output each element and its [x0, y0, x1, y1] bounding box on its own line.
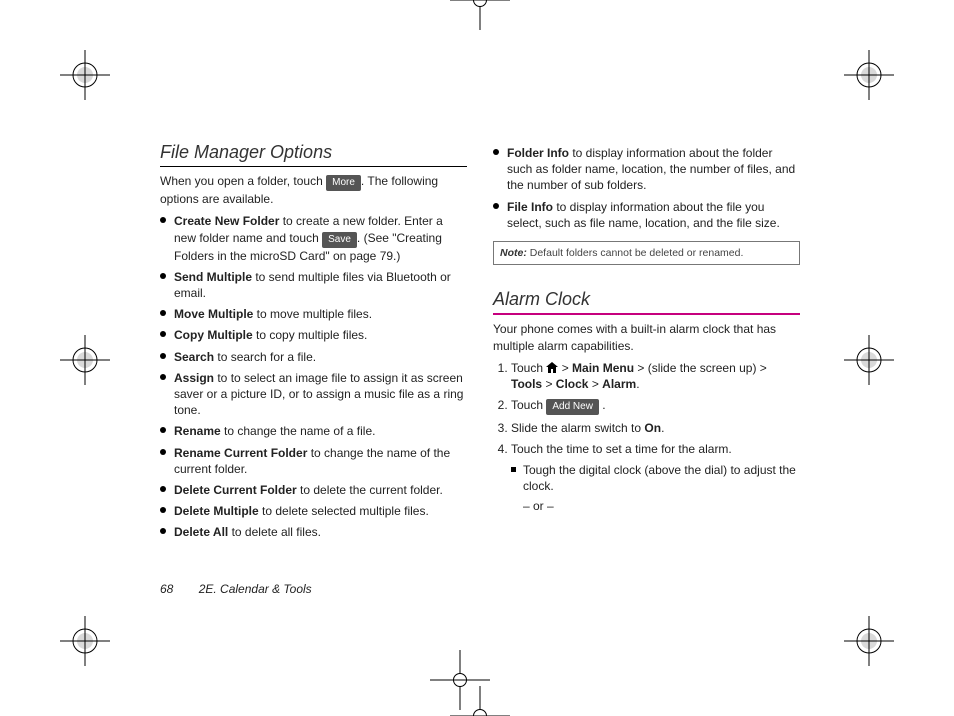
crop-mark-icon — [844, 616, 894, 666]
list-item: Delete Current Folder to delete the curr… — [160, 482, 467, 498]
option-label: Search — [174, 350, 214, 364]
option-label: Delete Current Folder — [174, 483, 297, 497]
menu-path: Main Menu — [572, 361, 634, 375]
text: to delete all files. — [228, 525, 321, 539]
text: Slide the alarm switch to — [511, 421, 644, 435]
text: to search for a file. — [214, 350, 316, 364]
list-item: Send Multiple to send multiple files via… — [160, 269, 467, 301]
more-button[interactable]: More — [326, 175, 361, 191]
steps-list: Touch > Main Menu > (slide the screen up… — [493, 360, 800, 514]
text: > (slide the screen up) > — [634, 361, 767, 375]
text: Touch — [511, 398, 546, 412]
option-label: Folder Info — [507, 146, 569, 160]
crop-mark-icon — [844, 50, 894, 100]
right-column: Folder Info to display information about… — [493, 140, 800, 600]
menu-path: Clock — [556, 377, 589, 391]
page-content: File Manager Options When you open a fol… — [160, 140, 800, 600]
list-item: Rename Current Folder to change the name… — [160, 445, 467, 477]
crop-cross-icon — [450, 686, 510, 716]
option-label: Send Multiple — [174, 270, 252, 284]
sub-step-item: – or – — [511, 498, 800, 514]
text: Touch the time to set a time for the ala… — [511, 442, 732, 456]
text: . — [636, 377, 639, 391]
menu-path: Tools — [511, 377, 542, 391]
text: to change the name of a file. — [221, 424, 376, 438]
on-label: On — [644, 421, 661, 435]
text: . — [661, 421, 664, 435]
list-item: Copy Multiple to copy multiple files. — [160, 327, 467, 343]
crop-cross-icon — [430, 650, 490, 710]
text: to delete selected multiple files. — [259, 504, 429, 518]
step-item: Touch > Main Menu > (slide the screen up… — [511, 360, 800, 392]
text: to to select an image file to assign it … — [174, 371, 463, 417]
option-label: Move Multiple — [174, 307, 253, 321]
add-new-button[interactable]: Add New — [546, 399, 599, 415]
text: > — [558, 361, 572, 375]
option-label: Copy Multiple — [174, 328, 253, 342]
chapter-title: 2E. Calendar & Tools — [199, 582, 312, 596]
crop-mark-icon — [844, 335, 894, 385]
list-item: Assign to to select an image file to ass… — [160, 370, 467, 419]
list-item: Rename to change the name of a file. — [160, 423, 467, 439]
heading-alarm-clock: Alarm Clock — [493, 287, 800, 315]
options-list: Create New Folder to create a new folder… — [160, 213, 467, 540]
list-item: Delete All to delete all files. — [160, 524, 467, 540]
text: to move multiple files. — [253, 307, 372, 321]
sub-steps: Tough the digital clock (above the dial)… — [511, 462, 800, 515]
option-label: Assign — [174, 371, 214, 385]
menu-path: Alarm — [602, 377, 636, 391]
option-label: Create New Folder — [174, 214, 279, 228]
text: to delete the current folder. — [297, 483, 443, 497]
home-icon — [546, 361, 558, 372]
option-label: Delete All — [174, 525, 228, 539]
option-label: File Info — [507, 200, 553, 214]
crop-mark-icon — [60, 616, 110, 666]
option-label: Rename Current Folder — [174, 446, 307, 460]
list-item: File Info to display information about t… — [493, 199, 800, 231]
text: When you open a folder, touch — [160, 174, 326, 188]
options-list-continued: Folder Info to display information about… — [493, 145, 800, 231]
crop-mark-icon — [60, 50, 110, 100]
heading-file-manager-options: File Manager Options — [160, 140, 467, 167]
intro-paragraph: Your phone comes with a built-in alarm c… — [493, 321, 800, 353]
left-column: File Manager Options When you open a fol… — [160, 140, 467, 600]
crop-cross-icon — [450, 0, 510, 30]
text: > — [542, 377, 556, 391]
text: . — [599, 398, 606, 412]
crop-mark-icon — [60, 335, 110, 385]
page-footer: 68 2E. Calendar & Tools — [160, 582, 312, 596]
note-label: Note: — [500, 247, 527, 259]
list-item: Search to search for a file. — [160, 349, 467, 365]
text: to copy multiple files. — [253, 328, 368, 342]
note-box: Note: Default folders cannot be deleted … — [493, 241, 800, 265]
list-item: Folder Info to display information about… — [493, 145, 800, 194]
sub-step-item: Tough the digital clock (above the dial)… — [511, 462, 800, 494]
step-item: Touch the time to set a time for the ala… — [511, 441, 800, 514]
step-item: Touch Add New . — [511, 397, 800, 415]
text: Touch — [511, 361, 546, 375]
page-number: 68 — [160, 582, 173, 596]
option-label: Rename — [174, 424, 221, 438]
note-text: Default folders cannot be deleted or ren… — [527, 247, 744, 259]
option-label: Delete Multiple — [174, 504, 259, 518]
list-item: Move Multiple to move multiple files. — [160, 306, 467, 322]
intro-paragraph: When you open a folder, touch More. The … — [160, 173, 467, 207]
save-button[interactable]: Save — [322, 232, 357, 248]
list-item: Delete Multiple to delete selected multi… — [160, 503, 467, 519]
step-item: Slide the alarm switch to On. — [511, 420, 800, 436]
text: > — [588, 377, 602, 391]
list-item: Create New Folder to create a new folder… — [160, 213, 467, 263]
